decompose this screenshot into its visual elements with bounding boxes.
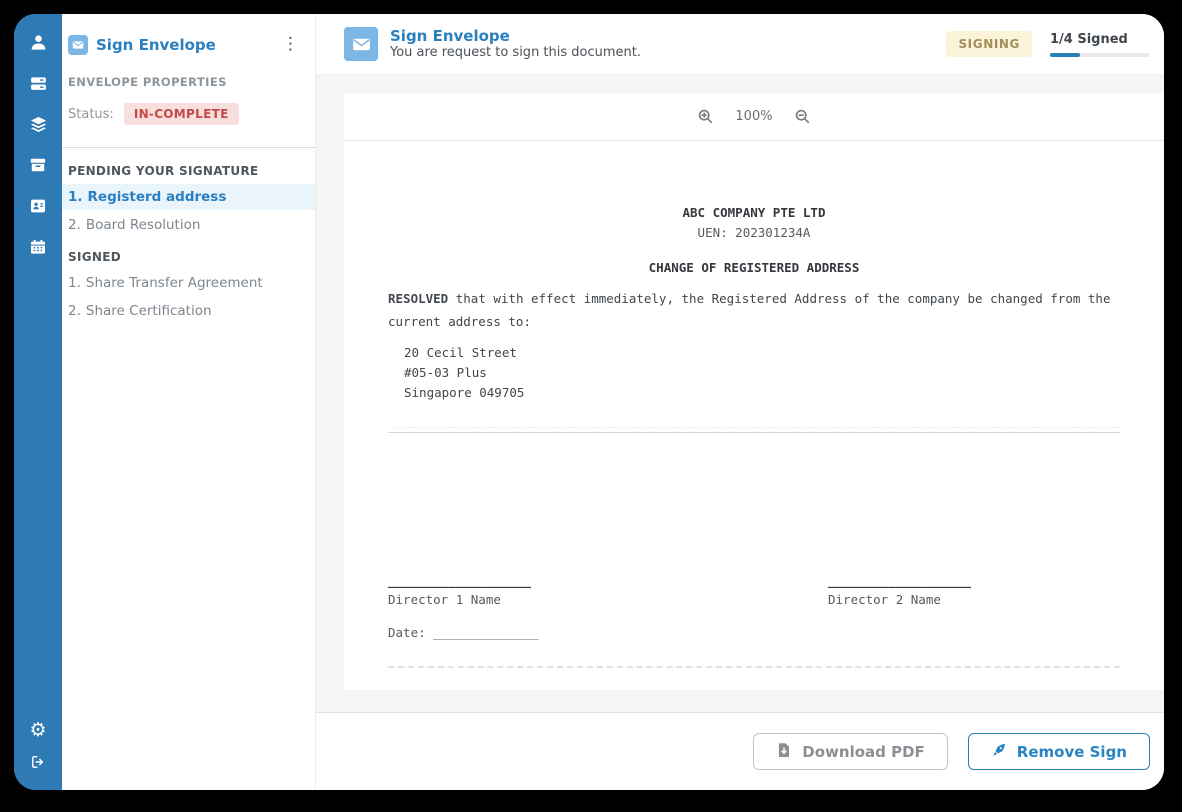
envelope-icon [344,27,378,61]
envelope-panel: Sign Envelope ⋮ ENVELOPE PROPERTIES Stat… [62,14,316,790]
panel-title: Sign Envelope [96,36,216,54]
progress-label: 1/4 Signed [1050,32,1150,47]
document-page: ABC COMPANY PTE LTD UEN: 202301234A CHAN… [344,203,1164,668]
signature-line: ___________________ [828,573,971,588]
download-pdf-button[interactable]: Download PDF [753,733,948,770]
settings-icon[interactable]: ⚙ [26,718,50,742]
list-item-label: Registerd address [88,189,227,205]
signing-progress: 1/4 Signed [1050,32,1150,57]
kebab-menu-icon[interactable]: ⋮ [276,34,305,55]
list-item-label: Share Transfer Agreement [86,275,263,291]
pending-header: PENDING YOUR SIGNATURE [62,164,315,178]
icon-rail: ⚙ [14,14,62,790]
signature-line: ___________________ [388,573,828,588]
signout-icon[interactable] [26,750,50,774]
list-item-label: Share Certification [86,303,212,319]
zoom-in-icon[interactable] [698,109,713,124]
main-area: Sign Envelope You are request to sign th… [316,14,1164,790]
doc-uen: UEN: 202301234A [388,223,1120,243]
download-label: Download PDF [802,743,925,761]
doc-date-line: Date: ______________ [388,625,1120,640]
status-badge: IN-COMPLETE [124,103,239,125]
pending-item-registered-address[interactable]: 1. Registerd address [62,184,315,210]
zoom-level: 100% [735,109,772,124]
doc-signature-director1: ___________________ Director 1 Name [388,573,828,611]
pending-item-board-resolution[interactable]: 2. Board Resolution [62,212,315,238]
calendar-icon[interactable] [26,235,50,259]
panel-divider [62,147,315,148]
director2-name: Director 2 Name [828,588,971,611]
doc-address-line: #05-03 Plus [404,363,1120,383]
doc-signature-director2: ___________________ Director 2 Name [828,573,971,611]
doc-resolved-word: RESOLVED [388,291,448,306]
progress-track [1050,53,1150,57]
director1-name: Director 1 Name [388,588,828,611]
document-card: 100% ABC COMPANY PTE LTD UEN: 202301234A… [344,93,1164,690]
pen-icon [991,742,1007,762]
status-label: Status: [68,107,114,122]
contacts-icon[interactable] [26,194,50,218]
progress-fill [1050,53,1080,57]
signed-item-share-certification[interactable]: 2. Share Certification [62,298,315,324]
viewer-background: 100% ABC COMPANY PTE LTD UEN: 202301234A… [316,75,1164,712]
doc-title: CHANGE OF REGISTERED ADDRESS [388,258,1120,278]
doc-horizontal-rule [388,427,1120,433]
signing-badge: SIGNING [946,31,1032,57]
remove-label: Remove Sign [1017,743,1127,761]
doc-address-block: 20 Cecil Street #05-03 Plus Singapore 04… [388,343,1120,403]
doc-resolution-paragraph: RESOLVED that with effect immediately, t… [388,287,1120,333]
doc-address-line: Singapore 049705 [404,383,1120,403]
page-subtitle: You are request to sign this document. [390,45,641,61]
app-window: ⚙ Sign Envelope ⋮ ENVELOPE PROPERTIES St… [14,14,1164,790]
signed-item-share-transfer-agreement[interactable]: 1. Share Transfer Agreement [62,270,315,296]
signed-header: SIGNED [62,250,315,264]
doc-signature-row: ___________________ Director 1 Name ____… [388,573,1120,611]
page-title: Sign Envelope [390,27,641,46]
doc-address-line: 20 Cecil Street [404,343,1120,363]
zoom-out-icon[interactable] [795,109,810,124]
properties-header: ENVELOPE PROPERTIES [62,75,315,89]
zoom-toolbar: 100% [344,93,1164,141]
page-break-separator [388,666,1120,668]
server-icon[interactable] [26,71,50,95]
archive-icon[interactable] [26,153,50,177]
action-footer: Download PDF Remove Sign [316,712,1164,790]
user-icon[interactable] [26,30,50,54]
main-header: Sign Envelope You are request to sign th… [316,14,1164,75]
remove-sign-button[interactable]: Remove Sign [968,733,1150,770]
layers-icon[interactable] [26,112,50,136]
envelope-icon [68,35,88,55]
download-icon [776,742,792,762]
doc-company-name: ABC COMPANY PTE LTD [388,203,1120,223]
list-item-label: Board Resolution [86,217,201,233]
